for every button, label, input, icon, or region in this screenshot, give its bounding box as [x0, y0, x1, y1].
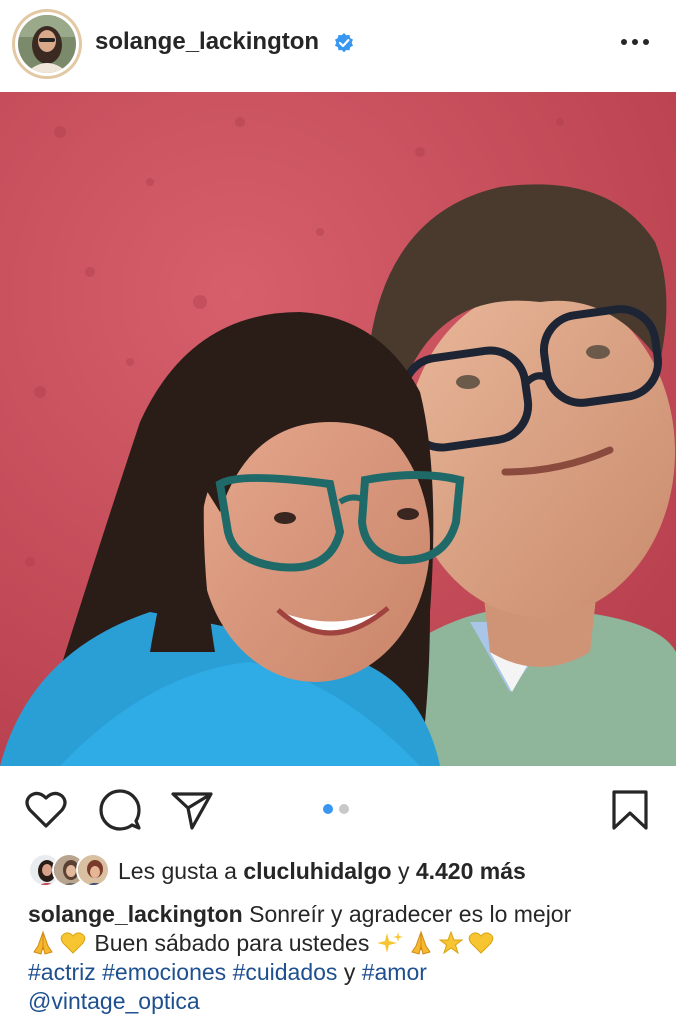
post-photo[interactable]	[0, 92, 676, 766]
caption-text-line1: Sonreír y agradecer es lo mejor	[249, 901, 572, 927]
hashtag-link[interactable]: #emociones	[102, 959, 226, 985]
star-emoji-icon	[438, 930, 464, 955]
post-header: solange_lackington	[0, 0, 676, 92]
hashtag-link[interactable]: #cuidados	[233, 959, 338, 985]
heart-icon[interactable]	[24, 788, 68, 832]
likes-prefix: Les gusta a	[118, 857, 237, 884]
likes-conjunction: y	[397, 857, 410, 884]
more-options-icon[interactable]	[620, 30, 650, 54]
verified-badge-icon	[335, 33, 353, 53]
likes-row[interactable]: Les gusta a clucluhidalgo y 4.420 más	[28, 852, 526, 890]
likes-count[interactable]: 4.420 más	[416, 858, 526, 885]
likes-username[interactable]: clucluhidalgo	[243, 858, 391, 885]
carousel-dot-active	[323, 804, 333, 814]
avatar-image	[18, 15, 76, 73]
post-caption: solange_lackington Sonreír y agradecer e…	[28, 900, 668, 1016]
header-username[interactable]: solange_lackington	[95, 28, 319, 56]
comment-icon[interactable]	[98, 788, 142, 832]
carousel-indicator	[323, 804, 349, 814]
caption-text-line2: Buen sábado para ustedes	[94, 930, 370, 956]
profile-avatar[interactable]	[12, 9, 82, 79]
mention-link[interactable]: @vintage_optica	[28, 988, 200, 1014]
hashtag-link[interactable]: #actriz	[28, 959, 96, 985]
yellow-heart-emoji-icon	[60, 932, 86, 954]
liker-avatar	[76, 853, 110, 887]
folded-hands-emoji-icon	[33, 930, 53, 955]
liker-avatars	[28, 853, 110, 889]
send-icon[interactable]	[170, 788, 214, 832]
carousel-dot	[339, 804, 349, 814]
couple-selfie-image	[0, 92, 676, 766]
caption-username[interactable]: solange_lackington	[28, 901, 243, 927]
caption-and-word: y	[343, 959, 356, 985]
folded-hands-emoji-icon	[410, 930, 431, 955]
yellow-heart-emoji-icon	[468, 932, 493, 954]
post-actions	[0, 766, 676, 848]
bookmark-icon[interactable]	[608, 788, 652, 832]
sparkles-emoji-icon	[377, 932, 403, 953]
hashtag-link[interactable]: #amor	[362, 959, 427, 985]
